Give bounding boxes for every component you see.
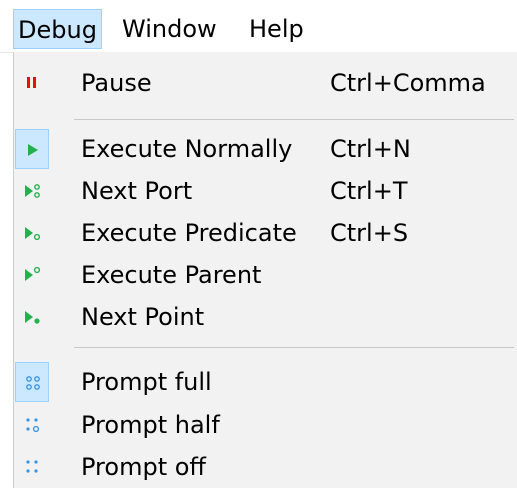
menu-bar: Debug Window Help — [0, 0, 517, 53]
menubar-window[interactable]: Window — [118, 9, 221, 49]
debug-menu-dropdown: Pause Ctrl+Comma Execute Normally Ctrl+N… — [13, 52, 517, 488]
prompt-full-icon — [15, 362, 49, 402]
prompt-half-icon — [15, 405, 49, 445]
menu-item-prompt-off[interactable]: Prompt off — [14, 447, 517, 487]
menu-item-label: Prompt full — [81, 368, 212, 396]
menu-item-label: Prompt half — [81, 411, 220, 439]
next-point-icon — [15, 297, 49, 337]
menu-item-execute-parent[interactable]: Execute Parent — [14, 255, 517, 295]
menu-item-execute-predicate[interactable]: Execute Predicate Ctrl+S — [14, 213, 517, 253]
menu-item-label: Execute Normally — [81, 135, 293, 163]
menu-item-label: Next Point — [81, 303, 205, 331]
menu-item-prompt-half[interactable]: Prompt half — [14, 405, 517, 445]
menu-item-prompt-full[interactable]: Prompt full — [14, 362, 517, 402]
execute-predicate-icon — [15, 213, 49, 253]
menu-item-shortcut: Ctrl+Comma — [330, 69, 486, 97]
menu-item-shortcut: Ctrl+N — [330, 135, 411, 163]
menu-item-label: Execute Predicate — [81, 219, 297, 247]
execute-parent-icon — [15, 255, 49, 295]
menu-item-next-port[interactable]: Next Port Ctrl+T — [14, 171, 517, 211]
menu-separator — [74, 347, 514, 348]
next-port-icon — [15, 171, 49, 211]
menu-item-shortcut: Ctrl+T — [330, 177, 408, 205]
menubar-help[interactable]: Help — [245, 9, 308, 49]
pause-icon — [15, 63, 49, 103]
menu-item-label: Next Port — [81, 177, 193, 205]
prompt-off-icon — [15, 447, 49, 487]
menu-item-label: Pause — [81, 69, 152, 97]
menubar-debug[interactable]: Debug — [13, 9, 102, 49]
menu-item-shortcut: Ctrl+S — [330, 219, 409, 247]
menu-separator — [74, 119, 514, 120]
menu-item-label: Prompt off — [81, 453, 206, 481]
play-icon — [15, 129, 49, 169]
menu-item-label: Execute Parent — [81, 261, 262, 289]
menu-item-execute-normally[interactable]: Execute Normally Ctrl+N — [14, 129, 517, 169]
menu-item-pause[interactable]: Pause Ctrl+Comma — [14, 63, 517, 103]
menu-item-next-point[interactable]: Next Point — [14, 297, 517, 337]
